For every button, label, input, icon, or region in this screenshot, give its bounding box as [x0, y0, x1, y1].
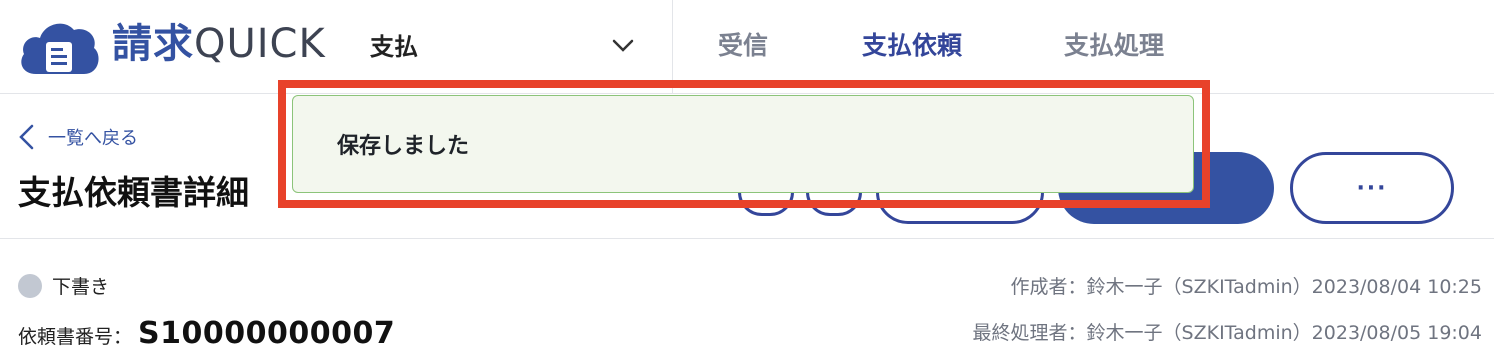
divider: [0, 238, 1494, 239]
highlight-box: [278, 80, 1210, 208]
tab-payment-processing[interactable]: 支払処理: [1064, 28, 1164, 64]
tab-received[interactable]: 受信: [718, 28, 768, 64]
chevron-left-icon: [19, 124, 34, 150]
tab-payment-request[interactable]: 支払依頼: [862, 28, 962, 64]
last-processed-by: 最終処理者：鈴木一子（SZKITadmin）2023/08/05 19:04: [972, 322, 1482, 344]
module-select[interactable]: 支払: [370, 22, 670, 66]
status-badge: 下書き: [18, 272, 109, 299]
document-number: 依頼書番号： S10000000007: [18, 316, 395, 351]
created-by: 作成者：鈴木一子（SZKITadmin）2023/08/04 10:25: [1010, 276, 1482, 298]
page-title: 支払依頼書詳細: [18, 173, 249, 212]
module-select-label: 支払: [370, 32, 418, 61]
status-label: 下書き: [52, 276, 110, 298]
document-number-value: S10000000007: [138, 316, 396, 351]
document-number-label: 依頼書番号：: [18, 326, 133, 348]
app-logo-text: 請求QUICK: [112, 21, 326, 67]
chevron-down-icon: [610, 32, 636, 58]
cloud-document-icon[interactable]: [16, 16, 102, 76]
more-options-button[interactable]: ···: [1290, 152, 1454, 224]
back-link-label: 一覧へ戻る: [48, 128, 138, 149]
back-to-list-link[interactable]: 一覧へ戻る: [16, 122, 138, 152]
status-dot-icon: [18, 273, 42, 298]
